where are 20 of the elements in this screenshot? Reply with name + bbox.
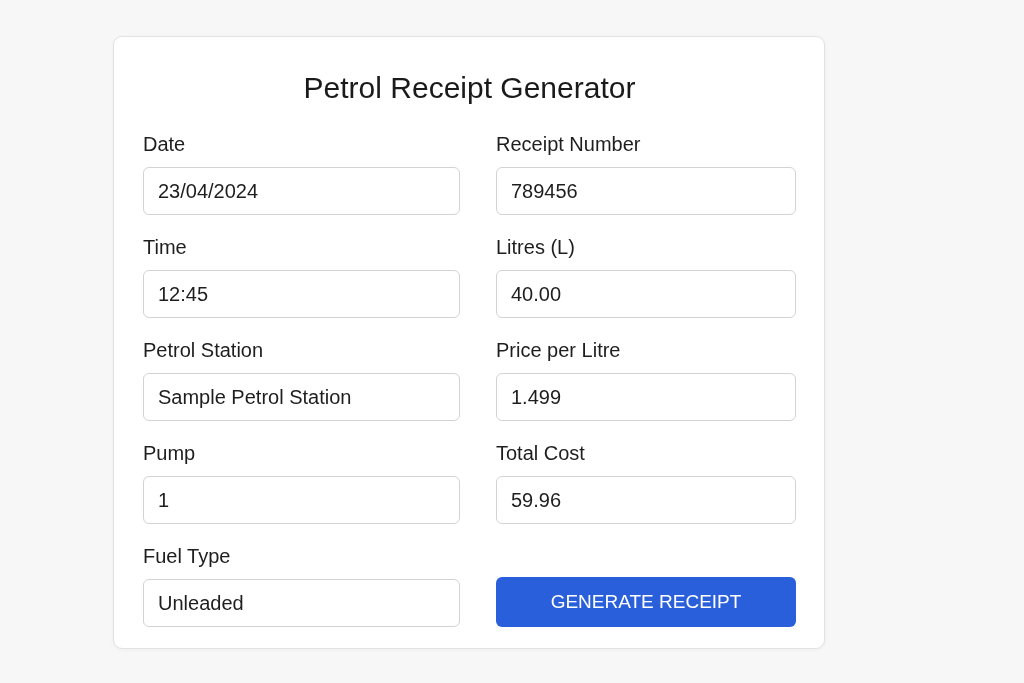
field-label: Litres (L) — [496, 235, 575, 259]
generate-button[interactable]: GENERATE RECEIPT — [496, 577, 796, 627]
input-field[interactable]: 1 — [143, 476, 460, 524]
input-field[interactable]: 1.499 — [496, 373, 796, 421]
field-label: Price per Litre — [496, 338, 621, 362]
input-field[interactable]: 40.00 — [496, 270, 796, 318]
input-field[interactable]: 789456 — [496, 167, 796, 215]
input-field[interactable]: Sample Petrol Station — [143, 373, 460, 421]
field-label: Fuel Type — [143, 544, 231, 568]
field-label: Pump — [143, 441, 196, 465]
field-label: Time — [143, 235, 187, 259]
field-label: Date — [143, 132, 186, 156]
field-label: Total Cost — [496, 441, 585, 465]
input-field[interactable]: Unleaded — [143, 579, 460, 627]
input-field[interactable]: 59.96 — [496, 476, 796, 524]
input-field[interactable]: 12:45 — [143, 270, 460, 318]
form-title: Petrol Receipt Generator — [302, 70, 637, 106]
field-label: Receipt Number — [496, 132, 641, 156]
input-field[interactable]: 23/04/2024 — [143, 167, 460, 215]
field-label: Petrol Station — [143, 338, 264, 362]
